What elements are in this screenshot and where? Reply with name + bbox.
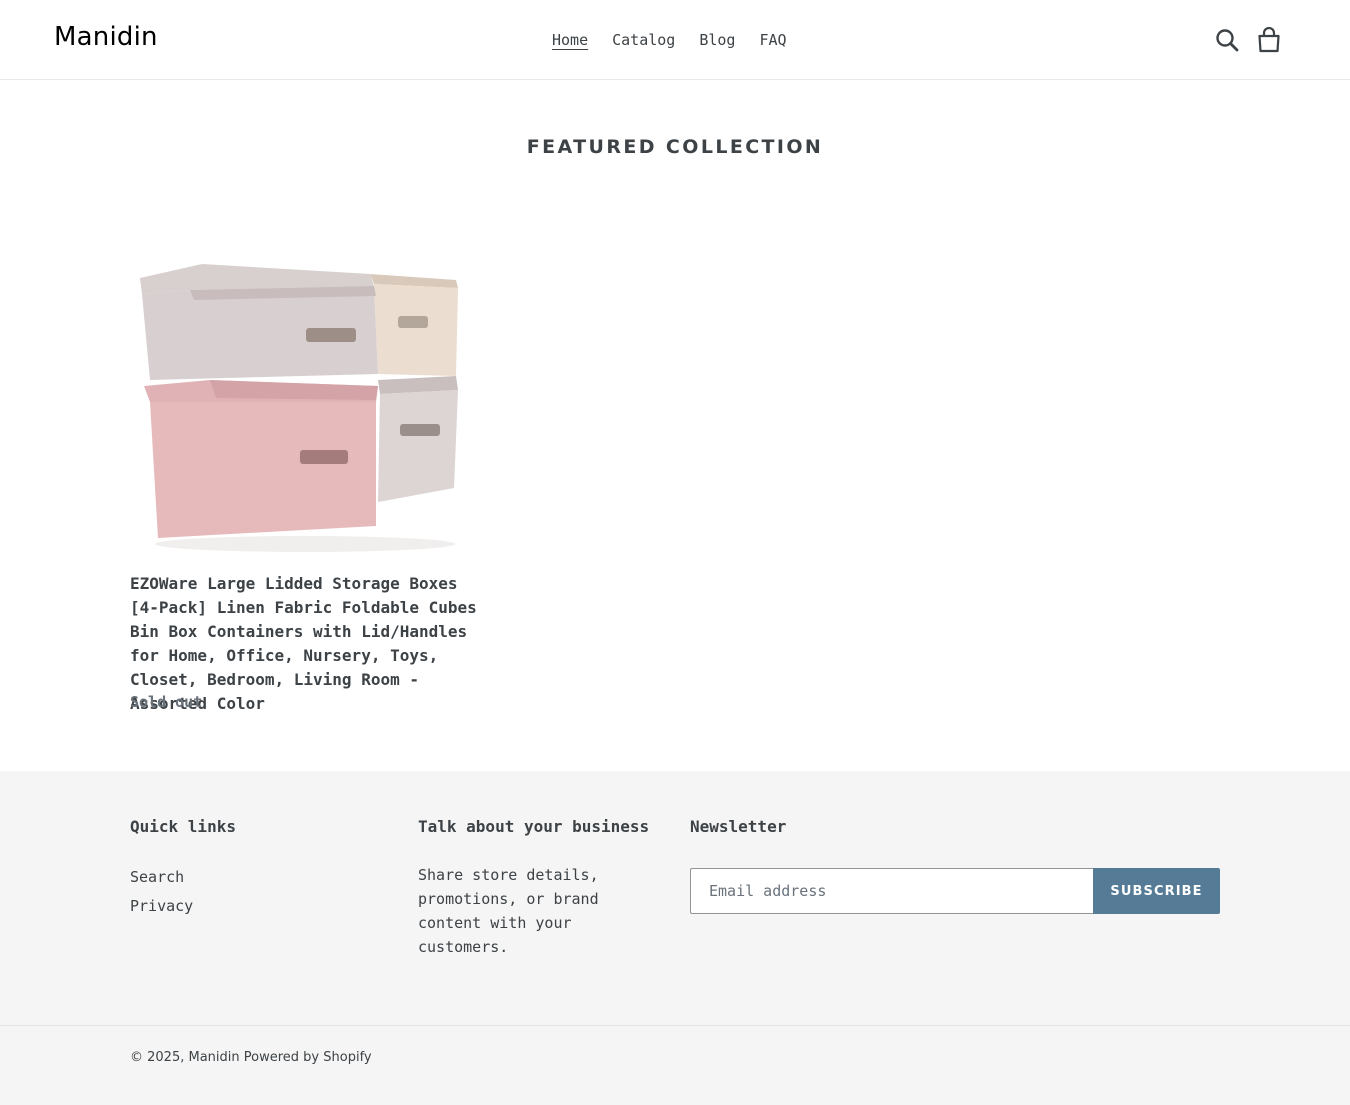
sold-out-label: Sold out <box>130 693 203 711</box>
subscribe-button[interactable]: SUBSCRIBE <box>1093 868 1220 914</box>
site-footer: Quick links Search Privacy Talk about yo… <box>0 771 1350 1105</box>
list-item: Privacy <box>130 892 193 921</box>
nav-link-catalog[interactable]: Catalog <box>600 29 687 51</box>
list-item: Search <box>130 863 193 892</box>
newsletter-form: SUBSCRIBE <box>690 868 1220 914</box>
quick-links-heading: Quick links <box>130 817 236 836</box>
copyright: © 2025, Manidin Powered by Shopify <box>130 1050 372 1065</box>
search-icon[interactable] <box>1214 26 1240 54</box>
main-nav: Home Catalog Blog FAQ <box>540 29 799 51</box>
cart-icon[interactable] <box>1256 26 1282 54</box>
email-input[interactable] <box>690 868 1093 914</box>
product-image[interactable] <box>130 240 480 560</box>
section-title: FEATURED COLLECTION <box>526 136 824 158</box>
footer-link-privacy[interactable]: Privacy <box>130 897 193 915</box>
business-heading: Talk about your business <box>418 817 650 836</box>
nav-link-home[interactable]: Home <box>540 29 600 51</box>
header-icons <box>1214 26 1282 54</box>
powered-by-link[interactable]: Powered by Shopify <box>244 1050 372 1065</box>
footer-bottom: © 2025, Manidin Powered by Shopify <box>0 1025 1350 1105</box>
quick-links-list: Search Privacy <box>130 863 193 921</box>
site-header: Manidin Home Catalog Blog FAQ <box>0 0 1350 80</box>
footer-link-search[interactable]: Search <box>130 868 184 886</box>
newsletter-heading: Newsletter <box>690 817 787 836</box>
nav-link-faq[interactable]: FAQ <box>747 29 798 51</box>
store-logo[interactable]: Manidin <box>54 22 158 52</box>
copyright-shop-link[interactable]: Manidin <box>189 1050 240 1065</box>
nav-link-blog[interactable]: Blog <box>687 29 747 51</box>
business-text: Share store details, promotions, or bran… <box>418 866 599 956</box>
copyright-prefix: © 2025, <box>130 1050 185 1065</box>
